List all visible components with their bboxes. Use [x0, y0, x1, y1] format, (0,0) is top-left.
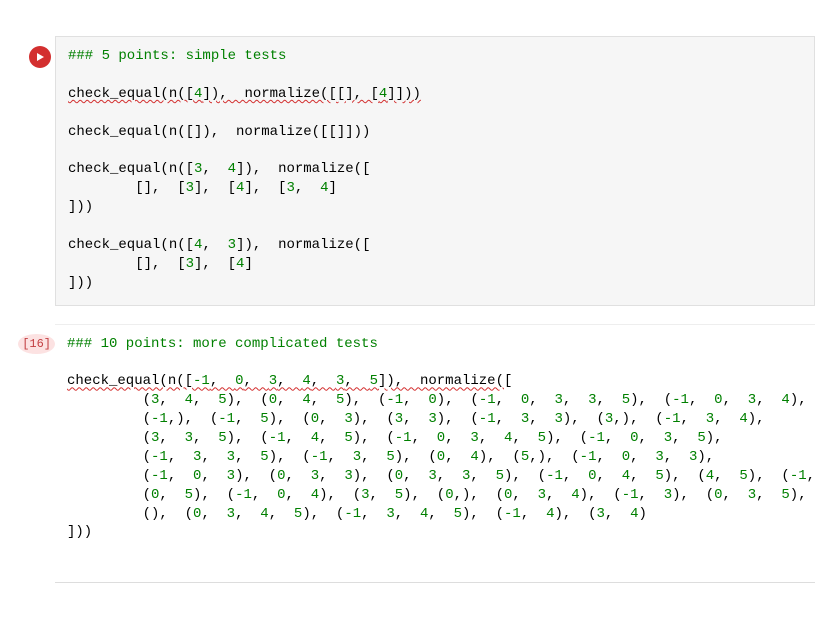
comment-header: ### 5 points: simple tests — [68, 48, 286, 64]
cell-editor[interactable]: ### 10 points: more complicated tests ch… — [55, 324, 815, 555]
code-cell-2: [16] ### 10 points: more complicated tes… — [0, 324, 815, 555]
run-cell-button[interactable] — [29, 46, 51, 68]
top-spacer — [420, 0, 815, 30]
code-content: ### 5 points: simple tests check_equal(n… — [68, 47, 802, 293]
code-content: ### 10 points: more complicated tests ch… — [67, 335, 803, 543]
cell-gutter: [16] — [0, 324, 55, 555]
execution-count: [16] — [18, 334, 55, 354]
cell-gutter — [0, 36, 55, 306]
comment-header: ### 10 points: more complicated tests — [67, 336, 378, 352]
cell-divider — [55, 582, 815, 583]
play-icon — [35, 52, 45, 62]
cell-editor[interactable]: ### 5 points: simple tests check_equal(n… — [55, 36, 815, 306]
code-cell-1: ### 5 points: simple tests check_equal(n… — [0, 36, 815, 306]
